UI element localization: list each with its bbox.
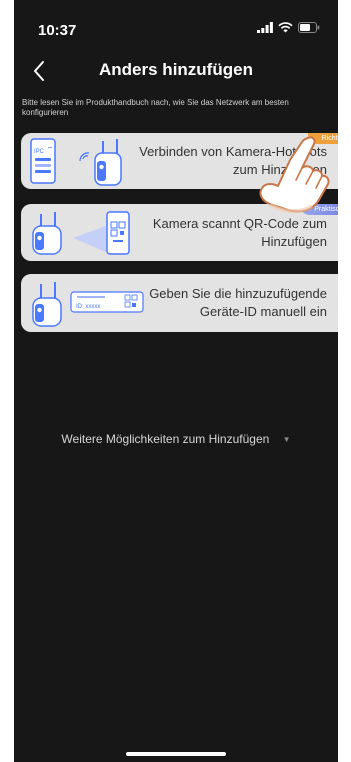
device-id-label: ID: xxxxx xyxy=(76,304,100,310)
more-options-toggle[interactable]: Weitere Möglichkeiten zum Hinzufügen ▼ xyxy=(14,432,338,446)
ipc-label: IPC xyxy=(34,149,45,155)
chevron-right-icon xyxy=(337,297,338,309)
status-time: 10:37 xyxy=(38,22,77,39)
chevron-right-icon xyxy=(337,155,338,167)
home-indicator xyxy=(126,752,226,756)
page-title: Anders hinzufügen xyxy=(99,60,253,79)
more-options-label: Weitere Möglichkeiten zum Hinzufügen xyxy=(61,432,270,446)
status-bar: 10:37 xyxy=(14,0,338,44)
option-manual-id-label: Geben Sie die hinzuzufügende Geräte-ID m… xyxy=(149,286,327,319)
signal-icon xyxy=(257,22,273,33)
nav-bar: Anders hinzufügen xyxy=(14,56,338,88)
config-hint: Bitte lesen Sie im Produkthandbuch nach,… xyxy=(22,98,289,117)
dropdown-triangle-icon: ▼ xyxy=(282,435,291,445)
status-icons xyxy=(257,22,320,33)
phone-screen: 10:37 Anders hinzufügen Bitte lesen Sie … xyxy=(14,0,338,762)
wifi-icon xyxy=(278,22,293,33)
option-manual-id-card[interactable]: ID: xxxxx Geben Sie die hinzuzufügende G… xyxy=(21,274,338,332)
battery-icon xyxy=(298,22,320,33)
chevron-right-icon xyxy=(337,226,338,239)
pointing-hand-icon xyxy=(259,136,330,213)
